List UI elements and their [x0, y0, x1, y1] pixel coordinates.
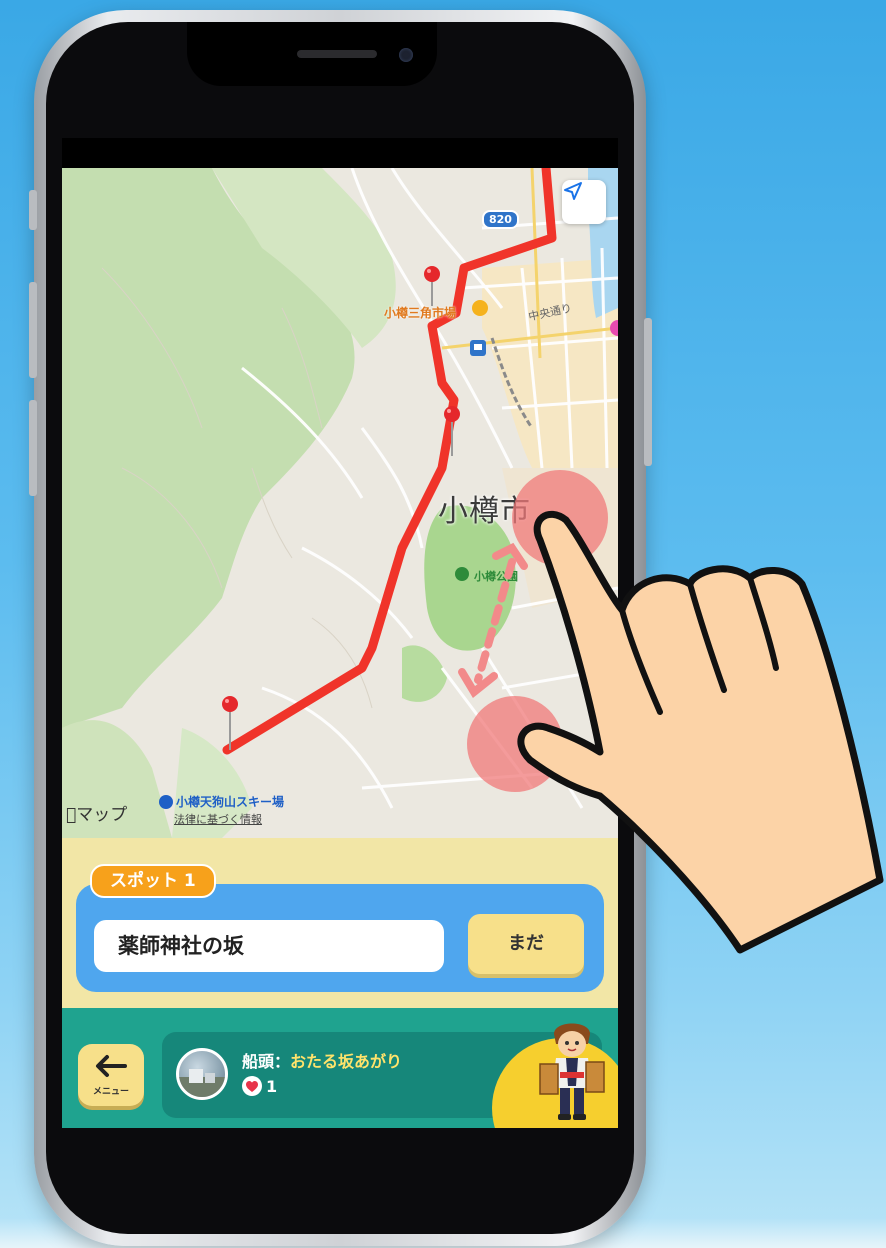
pinch-direction-arrow — [458, 542, 528, 698]
hand-gesture-icon — [517, 511, 884, 954]
pinch-gesture-overlay — [458, 470, 884, 954]
